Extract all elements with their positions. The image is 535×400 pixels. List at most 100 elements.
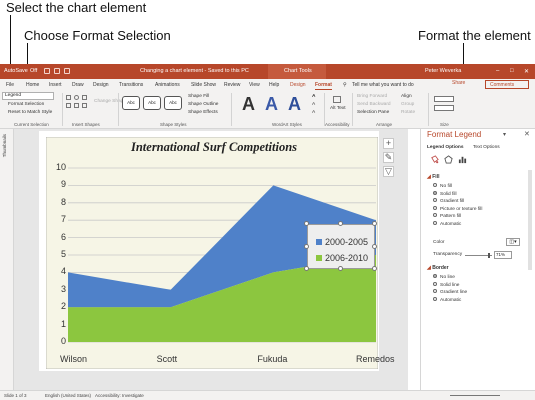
tab-home[interactable]: Home — [26, 82, 39, 88]
minimize-icon[interactable]: – — [496, 68, 499, 74]
legend-handle-tl[interactable] — [304, 221, 309, 226]
group-button[interactable]: Group — [401, 102, 414, 107]
wordart-style-3[interactable]: A — [288, 94, 301, 115]
shape-fill-button[interactable]: Shape Fill — [188, 94, 209, 99]
pane-options-icon[interactable]: ▾ — [503, 131, 506, 138]
fill-section-header[interactable]: ◢ Fill — [427, 174, 439, 180]
legend-handle-br[interactable] — [372, 266, 377, 271]
alt-text-button[interactable]: Alt Text — [330, 106, 346, 111]
text-outline-icon[interactable]: A — [312, 102, 315, 107]
legend-handle-bl[interactable] — [304, 266, 309, 271]
alt-text-icon[interactable] — [333, 96, 341, 103]
text-effects-icon[interactable]: A — [312, 110, 315, 115]
search-icon[interactable]: ⚲ — [343, 82, 347, 88]
tab-design[interactable]: Design — [93, 82, 109, 88]
triangle-shape-icon[interactable] — [74, 103, 79, 108]
border-option[interactable]: Solid line — [433, 281, 459, 288]
align-button[interactable]: Align — [401, 94, 412, 99]
fill-option[interactable]: Automatic — [433, 220, 461, 227]
height-input[interactable] — [434, 96, 454, 102]
text-fill-icon[interactable]: A — [312, 94, 315, 99]
comments-button[interactable]: Comments — [485, 80, 529, 89]
tab-draw[interactable]: Draw — [72, 82, 84, 88]
user-name[interactable]: Peter Weverka — [425, 68, 461, 74]
radio-button[interactable] — [433, 205, 437, 210]
chart-legend[interactable]: 2000-2005 2006-2010 — [307, 224, 375, 269]
legend-handle-ml[interactable] — [304, 244, 309, 249]
tab-view[interactable]: View — [249, 82, 260, 88]
legend-handle-tr[interactable] — [372, 221, 377, 226]
maximize-icon[interactable]: □ — [510, 68, 514, 74]
fill-option[interactable]: Picture or texture fill — [433, 205, 482, 212]
tab-slide-show[interactable]: Slide Show — [191, 82, 216, 88]
chart-styles-brush-icon[interactable]: ✎ — [383, 152, 394, 163]
radio-button[interactable] — [433, 190, 437, 195]
shape-outline-button[interactable]: Shape Outline — [188, 102, 218, 107]
rotate-button[interactable]: Rotate — [401, 110, 415, 115]
oval-shape-icon[interactable] — [74, 95, 79, 100]
bring-forward-button[interactable]: Bring Forward — [357, 94, 387, 99]
shape-style-1[interactable]: Abc — [122, 96, 140, 110]
shape-effects-button[interactable]: Shape Effects — [188, 110, 218, 115]
shape-style-2[interactable]: Abc — [143, 96, 161, 110]
fill-color-button[interactable]: ◫▾ — [506, 238, 520, 246]
tell-me-input[interactable]: Tell me what you want to do — [352, 82, 414, 88]
legend-handle-tc[interactable] — [338, 221, 343, 226]
radio-button[interactable] — [433, 183, 437, 187]
fill-option[interactable]: Solid fill — [433, 190, 457, 197]
legend-handle-bc[interactable] — [338, 266, 343, 271]
pane-tab-legend-options[interactable]: Legend Options — [427, 145, 464, 150]
border-option[interactable]: No line — [433, 274, 455, 280]
transparency-slider-knob[interactable] — [488, 253, 490, 258]
legend-handle-mr[interactable] — [372, 244, 377, 249]
language-indicator[interactable]: English (United States) — [45, 393, 91, 398]
transparency-input[interactable]: 71% — [494, 251, 512, 259]
tab-transitions[interactable]: Transitions — [119, 82, 143, 88]
radio-button[interactable] — [433, 281, 437, 286]
autosave-toggle[interactable]: Off — [30, 68, 37, 74]
format-selection-button[interactable]: Format Selection — [8, 102, 44, 107]
rectangle-shape-icon[interactable] — [66, 95, 71, 100]
tab-chart-design[interactable]: Design — [290, 82, 306, 88]
width-input[interactable] — [434, 105, 454, 111]
radio-button[interactable] — [433, 220, 437, 225]
pane-tab-text-options[interactable]: Text Options — [473, 145, 500, 150]
chart-filters-funnel-icon[interactable]: ▽ — [383, 166, 394, 177]
chart-element-dropdown[interactable]: Legend — [2, 92, 54, 100]
radio-button[interactable] — [433, 213, 437, 217]
accessibility-indicator[interactable]: Accessibility: Investigate — [95, 393, 144, 398]
undo-icon[interactable] — [54, 68, 60, 74]
legend-options-chart-icon[interactable] — [458, 155, 467, 164]
arrow-shape-icon[interactable] — [82, 103, 87, 108]
fill-line-icon[interactable] — [430, 155, 439, 164]
thumbnails-strip[interactable] — [0, 129, 14, 390]
autosave-label[interactable]: AutoSave — [4, 68, 28, 74]
close-icon[interactable]: ✕ — [524, 68, 529, 75]
effects-pentagon-icon[interactable] — [444, 155, 453, 164]
tab-review[interactable]: Review — [224, 82, 240, 88]
line-shape-icon[interactable] — [66, 103, 71, 108]
border-section-header[interactable]: ◢ Border — [427, 265, 449, 271]
pane-close-icon[interactable]: ✕ — [524, 130, 530, 138]
fill-option[interactable]: Gradient fill — [433, 198, 464, 204]
save-icon[interactable] — [44, 68, 50, 74]
zoom-slider[interactable] — [450, 395, 500, 396]
radio-button[interactable] — [433, 274, 437, 278]
selection-pane-button[interactable]: Selection Pane — [357, 110, 389, 115]
pane-scrollbar[interactable] — [528, 170, 532, 270]
reset-to-match-style-button[interactable]: Reset to Match Style — [8, 110, 52, 115]
radio-button[interactable] — [433, 289, 437, 293]
radio-button[interactable] — [433, 198, 437, 202]
chart-elements-plus-icon[interactable]: + — [383, 138, 394, 149]
fill-option[interactable]: Pattern fill — [433, 213, 461, 219]
text-box-icon[interactable] — [82, 95, 87, 100]
tab-insert[interactable]: Insert — [49, 82, 62, 88]
wordart-style-1[interactable]: A — [242, 94, 255, 115]
fill-option[interactable]: No fill — [433, 183, 452, 189]
tab-file[interactable]: File — [6, 82, 14, 88]
send-backward-button[interactable]: Send Backward — [357, 102, 391, 107]
wordart-style-2[interactable]: A — [265, 94, 278, 115]
tab-help[interactable]: Help — [269, 82, 279, 88]
shape-style-3[interactable]: Abc — [164, 96, 182, 110]
border-option[interactable]: Gradient line — [433, 289, 467, 295]
